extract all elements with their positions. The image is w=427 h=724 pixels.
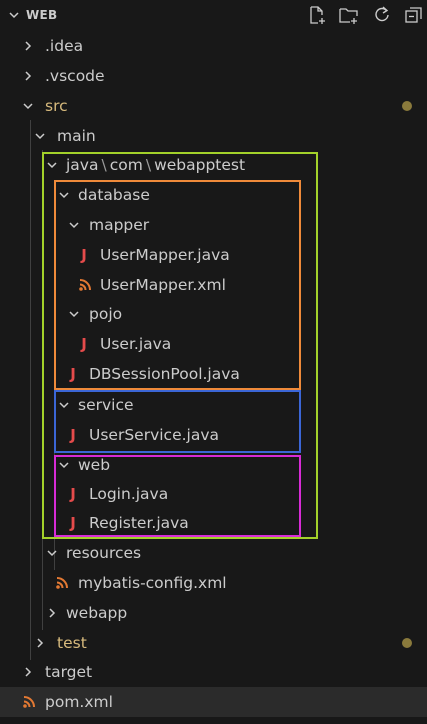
tree-item-vscode[interactable]: .vscode [0,61,427,91]
tree-item-mybatis-config[interactable]: mybatis-config.xml [0,568,427,598]
tree-item-label: resources [66,544,142,562]
tree-item-label: .idea [45,37,84,55]
tree-item-main[interactable]: main [0,121,427,151]
modified-indicator-dot [402,638,412,648]
chevron-right-icon [25,41,32,51]
tree-item-label: mybatis-config.xml [78,574,227,592]
chevron-right-icon [37,638,44,648]
tree-item-target[interactable]: target [0,657,427,687]
chevron-right-icon [25,667,32,677]
new-file-button[interactable] [306,4,328,26]
tree-item-webapp[interactable]: webapp [0,598,427,628]
tree-item-label: main [57,127,96,145]
tree-item-label: webapp [66,604,128,622]
web-highlight-box [54,455,301,537]
chevron-right-icon [25,71,32,81]
tree-item-idea[interactable]: .idea [0,31,427,61]
tree-item-test[interactable]: test [0,628,427,658]
tree-item-pom[interactable]: pom.xml [0,687,427,717]
tree-item-label: pom.xml [45,693,113,711]
chevron-right-icon [49,608,56,618]
modified-indicator-dot [402,101,412,111]
new-folder-button[interactable] [338,4,360,26]
chevron-down-icon [47,550,57,557]
new-folder-icon [339,8,358,24]
tree-item-src[interactable]: src [0,91,427,121]
refresh-icon [375,6,389,22]
chevron-down-icon[interactable] [8,9,20,21]
tree-item-resources[interactable]: resources [0,538,427,568]
collapse-all-button[interactable] [403,4,425,26]
tree-item-label: target [45,663,93,681]
chevron-down-icon [23,103,33,110]
tree-item-label: src [45,97,68,115]
database-highlight-box [54,180,301,390]
tree-item-label: test [57,634,87,652]
refresh-button[interactable] [371,4,393,26]
new-file-icon [310,6,325,24]
collapse-all-icon [405,7,422,23]
chevron-down-icon [35,133,45,140]
rss-xml-file-icon [56,577,68,589]
tree-item-label: .vscode [45,67,105,85]
rss-xml-file-icon [23,696,35,708]
explorer-header: WEB [0,0,427,30]
explorer-title: WEB [26,8,58,22]
service-highlight-box [54,390,301,453]
